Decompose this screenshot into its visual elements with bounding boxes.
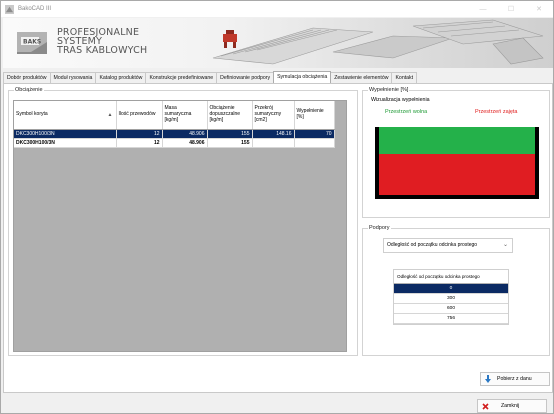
load-table: Symbol koryta ▲ Ilość przewodów Masa suma… — [14, 101, 335, 148]
cell-symbol: DKC300H100/3N — [14, 129, 117, 139]
fetch-data-button[interactable]: Pobierz z danu — [480, 372, 550, 386]
close-button-label: Zamknij — [501, 403, 520, 409]
column-header-fill[interactable]: Wypełnienie [%] — [294, 101, 335, 130]
tab-element-summary[interactable]: Zestawienie elementów — [330, 72, 393, 83]
company-name: PROFESJONALNE SYSTEMY TRAS KABLOWYCH — [57, 28, 148, 56]
tab-product-catalog[interactable]: Katalog produktów — [95, 72, 147, 83]
app-window: BakoCAD III — ☐ ✕ BAKS PROFESJONALNE SYS… — [0, 0, 554, 414]
load-group: Obciążenie Symbol koryta ▲ Ilość przewodó… — [8, 87, 358, 356]
fill-group-title: Wypełnienie [%] — [368, 87, 410, 93]
tab-contact[interactable]: Kontakt — [391, 72, 418, 83]
close-window-button[interactable]: ✕ — [525, 1, 553, 17]
list-item[interactable]: 0 — [394, 284, 508, 294]
banner-line-3: TRAS KABLOWYCH — [57, 45, 148, 56]
chevron-down-icon: ⌄ — [502, 242, 508, 248]
supports-list-header: Odległość od początku odcinka prostego — [394, 270, 508, 284]
fetch-data-label: Pobierz z danu — [497, 376, 532, 382]
load-group-title: Obciążenie — [14, 87, 44, 93]
sort-up-icon: ▲ — [107, 112, 113, 118]
cell-mass: 48.906 — [162, 138, 208, 148]
tray-fill-visualization — [375, 127, 539, 199]
tab-product-selection[interactable]: Dobór produktów — [3, 72, 51, 83]
cell-fill — [294, 138, 335, 148]
supports-group-title: Podpory — [368, 225, 391, 231]
cell-section — [252, 138, 295, 148]
fill-group: Wypełnienie [%] Wizualizacja wypełnienia… — [362, 87, 550, 218]
maximize-button[interactable]: ☐ — [497, 1, 525, 17]
tab-drawing-module[interactable]: Moduł rysowania — [49, 72, 97, 83]
table-row[interactable]: DKC300H100/3N 12 48.906 155 148.16 70 — [14, 129, 335, 139]
cell-allowed: 155 — [207, 129, 253, 139]
download-arrow-icon — [485, 375, 491, 383]
list-item[interactable]: 756 — [394, 314, 508, 324]
free-space-label: Przestrzeń wolna — [385, 109, 428, 115]
free-space-area — [379, 127, 535, 154]
occupied-space-area — [379, 154, 535, 195]
occupied-space-label: Przestrzeń zajęta — [475, 109, 518, 115]
load-grid[interactable]: Symbol koryta ▲ Ilość przewodów Masa suma… — [13, 100, 347, 352]
list-item[interactable]: 600 — [394, 304, 508, 314]
supports-group: Podpory Odległość od początku odcinka pr… — [362, 225, 550, 356]
cable-tray-artwork — [212, 19, 544, 65]
cell-section: 148.16 — [252, 129, 295, 139]
tab-load-simulation[interactable]: Symulacja obciążenia — [273, 71, 332, 83]
close-button[interactable]: Zamknij — [477, 399, 547, 413]
tab-predefined-constructions[interactable]: Konstrukcje predefiniowane — [145, 72, 218, 83]
close-x-icon — [482, 402, 489, 410]
distance-dropdown[interactable]: Odległość od początku odcinka prostego ⌄ — [383, 238, 513, 253]
window-title: BakoCAD III — [18, 6, 52, 12]
minimize-button[interactable]: — — [469, 1, 497, 17]
svg-text:BAKS: BAKS — [23, 39, 41, 46]
fill-visual-title: Wizualizacja wypełnienia — [371, 97, 430, 103]
table-row[interactable]: DKC300H100/3N 12 48.906 155 — [14, 138, 335, 148]
column-header-symbol[interactable]: Symbol koryta ▲ — [14, 101, 117, 130]
main-tabs: Dobór produktów Moduł rysowania Katalog … — [3, 71, 553, 83]
column-header-section[interactable]: Przekrój sumaryczny [cm2] — [252, 101, 295, 130]
clamp-icon — [223, 30, 237, 48]
tab-support-definition[interactable]: Definiowanie podpory — [216, 72, 275, 83]
cell-count: 12 — [116, 129, 163, 139]
load-simulation-panel: Obciążenie Symbol koryta ▲ Ilość przewodó… — [3, 83, 553, 393]
cell-mass: 48.906 — [162, 129, 208, 139]
cell-symbol: DKC300H100/3N — [14, 138, 117, 148]
cell-allowed: 155 — [207, 138, 253, 148]
header-banner: BAKS PROFESJONALNE SYSTEMY TRAS KABLOWYC… — [3, 18, 553, 68]
title-bar: BakoCAD III — ☐ ✕ — [1, 1, 553, 17]
distance-dropdown-value: Odległość od początku odcinka prostego — [387, 242, 478, 248]
column-header-mass[interactable]: Masa sumaryczna [kg/m] — [162, 101, 208, 130]
cell-count: 12 — [116, 138, 163, 148]
app-icon — [5, 4, 14, 14]
supports-list[interactable]: Odległość od początku odcinka prostego 0… — [393, 269, 509, 325]
cell-fill: 70 — [294, 129, 335, 139]
list-item[interactable]: 300 — [394, 294, 508, 304]
baks-logo: BAKS — [17, 32, 47, 54]
column-header-count[interactable]: Ilość przewodów — [116, 101, 163, 130]
column-header-allowed[interactable]: Obciążenie dopuszczalne [kg/m] — [207, 101, 253, 130]
